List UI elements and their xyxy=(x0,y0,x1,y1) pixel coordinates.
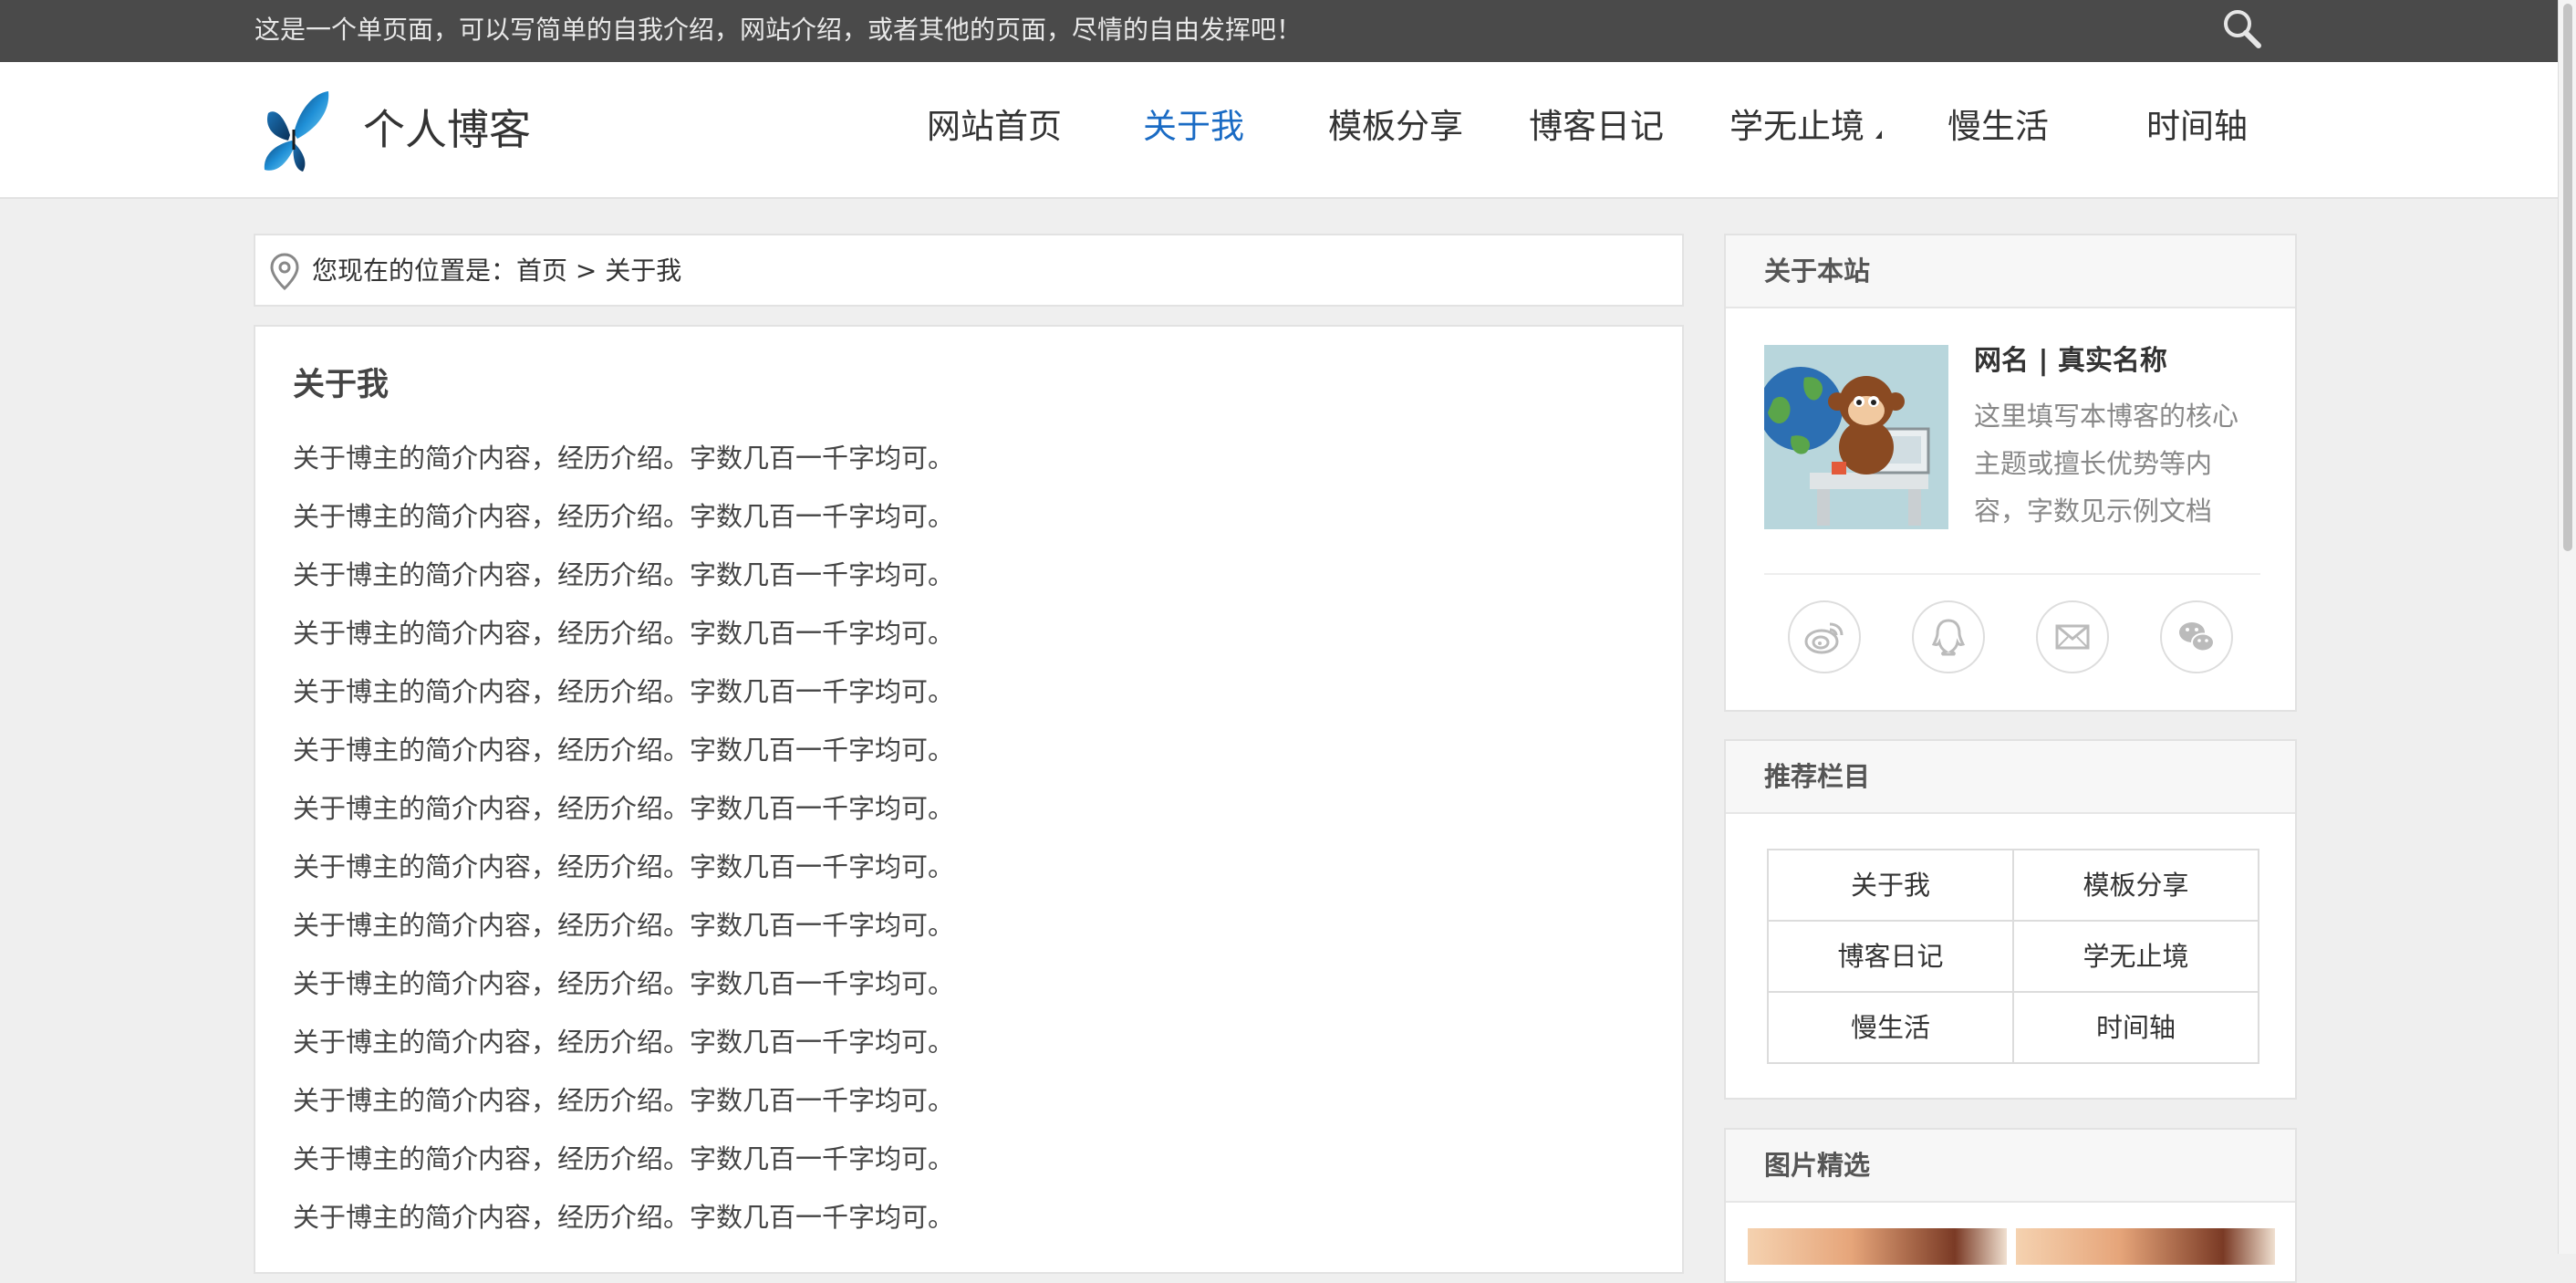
author-name: 网名 | 真实名称 xyxy=(1974,345,2167,377)
location-pin-icon xyxy=(268,252,301,292)
butterfly-logo-icon[interactable] xyxy=(257,89,332,175)
notice-text: 这是一个单页面，可以写简单的自我介绍，网站介绍，或者其他的页面，尽情的自由发挥吧… xyxy=(254,15,1303,45)
article-paragraph: 关于博主的简介内容，经历介绍。字数几百一千字均可。 xyxy=(293,851,955,882)
recommend-link-about[interactable]: 关于我 xyxy=(1767,849,2014,922)
recommend-link-slow-life[interactable]: 慢生活 xyxy=(1767,991,2014,1064)
about-site-card: 关于本站 网名 | 真实名称 这里填写本博客的核心主题或擅长优势等内容，字数见示… xyxy=(1724,234,2297,712)
nav-item-blog-diary[interactable]: 博客日记 xyxy=(1529,104,1664,150)
author-description: 这里填写本博客的核心主题或擅长优势等内容，字数见示例文档 xyxy=(1974,401,2239,527)
avatar xyxy=(1759,345,1948,529)
breadcrumb-current: 关于我 xyxy=(605,256,682,286)
article-paragraph: 关于博主的简介内容，经历介绍。字数几百一千字均可。 xyxy=(293,1202,955,1233)
article-paragraph: 关于博主的简介内容，经历介绍。字数几百一千字均可。 xyxy=(293,618,955,649)
breadcrumb-home-link[interactable]: 首页 xyxy=(516,256,567,286)
nav-item-home[interactable]: 网站首页 xyxy=(927,104,1062,150)
article-paragraph: 关于博主的简介内容，经历介绍。字数几百一千字均可。 xyxy=(293,968,955,999)
article-paragraph: 关于博主的简介内容，经历介绍。字数几百一千字均可。 xyxy=(293,559,955,590)
article-paragraph: 关于博主的简介内容，经历介绍。字数几百一千字均可。 xyxy=(293,735,955,766)
article-paragraph: 关于博主的简介内容，经历介绍。字数几百一千字均可。 xyxy=(293,443,955,474)
article-paragraph: 关于博主的简介内容，经历介绍。字数几百一千字均可。 xyxy=(293,1085,955,1116)
site-logo-text[interactable]: 个人博客 xyxy=(363,102,531,157)
nav-item-templates[interactable]: 模板分享 xyxy=(1328,104,1463,150)
gallery-card: 图片精选 xyxy=(1724,1128,2297,1283)
nav-item-timeline[interactable]: 时间轴 xyxy=(2146,104,2248,150)
site-header: 个人博客 网站首页 关于我 模板分享 博客日记 学无止境 慢生活 时间轴 xyxy=(0,62,2558,199)
recommend-link-templates[interactable]: 模板分享 xyxy=(2012,849,2259,922)
nav-item-slow-life[interactable]: 慢生活 xyxy=(1948,104,2049,150)
gallery-title: 图片精选 xyxy=(1764,1150,1871,1181)
gallery-header: 图片精选 xyxy=(1726,1130,2295,1203)
gallery-thumbnail[interactable] xyxy=(1748,1228,2007,1265)
article-panel: 关于我 关于博主的简介内容，经历介绍。字数几百一千字均可。 关于博主的简介内容，经… xyxy=(254,325,1684,1274)
article-paragraph: 关于博主的简介内容，经历介绍。字数几百一千字均可。 xyxy=(293,1143,955,1174)
recommend-grid: 关于我 模板分享 博客日记 学无止境 慢生活 时间轴 xyxy=(1767,849,2259,1064)
scrollbar-thumb[interactable] xyxy=(2563,4,2572,551)
breadcrumb-text: 您现在的位置是：首页 > 关于我 xyxy=(312,254,681,288)
wechat-icon[interactable] xyxy=(2160,600,2233,673)
article-paragraph: 关于博主的简介内容，经历介绍。字数几百一千字均可。 xyxy=(293,793,955,824)
recommend-link-learning[interactable]: 学无止境 xyxy=(2012,920,2259,993)
recommend-link-blog-diary[interactable]: 博客日记 xyxy=(1767,920,2014,993)
breadcrumb: 您现在的位置是：首页 > 关于我 xyxy=(254,234,1684,307)
nav-item-learning[interactable]: 学无止境 xyxy=(1729,104,1864,150)
breadcrumb-separator: > xyxy=(567,256,606,286)
article-paragraph: 关于博主的简介内容，经历介绍。字数几百一千字均可。 xyxy=(293,910,955,941)
article-paragraph: 关于博主的简介内容，经历介绍。字数几百一千字均可。 xyxy=(293,501,955,532)
page-scrollbar[interactable] xyxy=(2558,0,2576,1254)
search-icon[interactable] xyxy=(2218,5,2266,53)
divider xyxy=(1764,573,2260,575)
article-title: 关于我 xyxy=(293,367,390,403)
weibo-icon[interactable] xyxy=(1788,600,1861,673)
mail-icon[interactable] xyxy=(2036,600,2109,673)
nav-item-about[interactable]: 关于我 xyxy=(1143,104,1244,150)
gallery-thumbnail[interactable] xyxy=(2016,1228,2275,1265)
recommend-title: 推荐栏目 xyxy=(1764,761,1871,792)
article-paragraph: 关于博主的简介内容，经历介绍。字数几百一千字均可。 xyxy=(293,676,955,707)
submenu-caret-icon xyxy=(1875,130,1882,139)
about-site-header: 关于本站 xyxy=(1726,235,2295,308)
article-body: 关于博主的简介内容，经历介绍。字数几百一千字均可。 关于博主的简介内容，经历介绍。… xyxy=(293,429,954,1246)
top-notice-bar: 这是一个单页面，可以写简单的自我介绍，网站介绍，或者其他的页面，尽情的自由发挥吧… xyxy=(0,0,2558,62)
about-site-title: 关于本站 xyxy=(1764,256,1871,287)
recommend-card: 推荐栏目 关于我 模板分享 博客日记 学无止境 慢生活 时间轴 xyxy=(1724,739,2297,1100)
article-paragraph: 关于博主的简介内容，经历介绍。字数几百一千字均可。 xyxy=(293,1027,955,1058)
qq-icon[interactable] xyxy=(1912,600,1985,673)
breadcrumb-prefix: 您现在的位置是： xyxy=(312,256,517,286)
recommend-header: 推荐栏目 xyxy=(1726,741,2295,814)
recommend-link-timeline[interactable]: 时间轴 xyxy=(2012,991,2259,1064)
